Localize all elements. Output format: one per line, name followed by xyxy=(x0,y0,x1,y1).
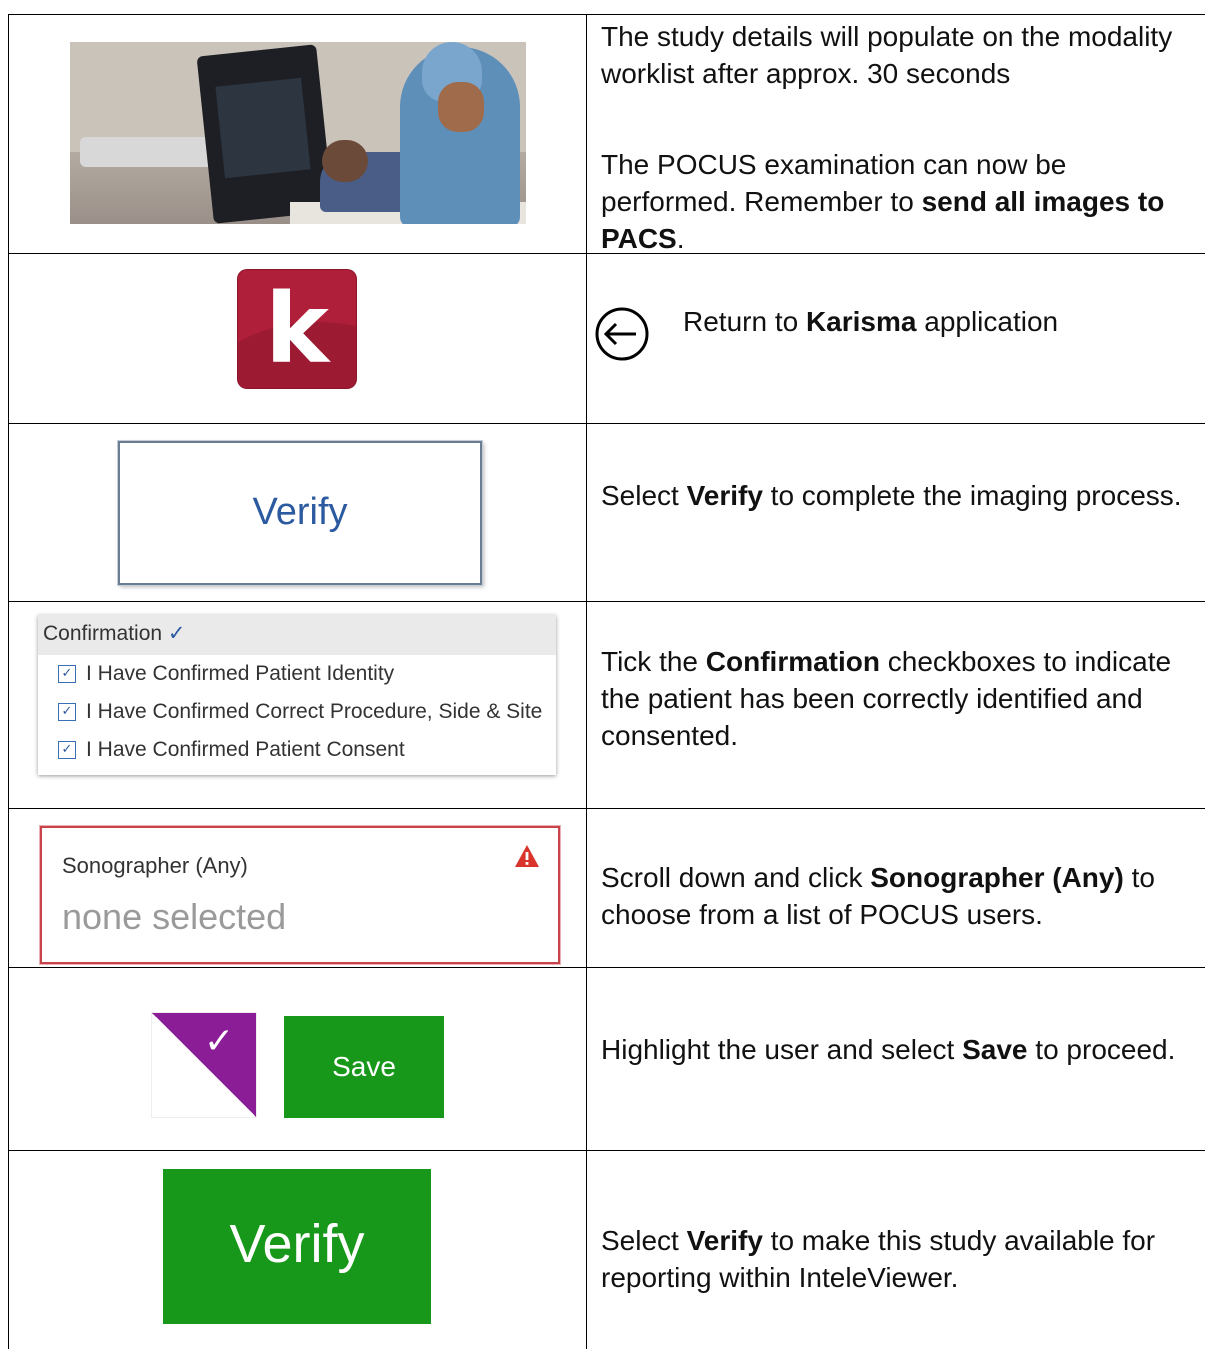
confirmation-panel: Confirmation ✓ ✓ I Have Confirmed Patien… xyxy=(38,615,556,775)
checkbox-checked-icon[interactable]: ✓ xyxy=(58,703,76,721)
back-arrow-icon xyxy=(595,307,649,361)
confirmation-checkbox-row[interactable]: ✓ I Have Confirmed Patient Identity xyxy=(38,655,556,693)
selected-user-check-tile[interactable]: ✓ xyxy=(152,1013,256,1117)
sonographer-label: Sonographer (Any) xyxy=(62,853,248,878)
row5-text: Scroll down and click Sonographer (Any) … xyxy=(601,859,1201,933)
warning-icon xyxy=(515,845,539,867)
save-button[interactable]: Save xyxy=(284,1016,444,1118)
row-divider xyxy=(8,423,1205,424)
row-divider xyxy=(8,1150,1205,1151)
text: Select xyxy=(601,1225,687,1256)
text-bold: Sonographer (Any) xyxy=(870,862,1124,893)
verify-button[interactable]: Verify xyxy=(163,1169,431,1324)
check-icon: ✓ xyxy=(204,1021,235,1062)
text-bold: Confirmation xyxy=(705,646,880,677)
row1-text: The study details will populate on the m… xyxy=(601,18,1201,92)
text-bold: Save xyxy=(962,1034,1028,1065)
text-bold: Karisma xyxy=(805,306,917,337)
text: The study details will populate on the m… xyxy=(601,21,1173,89)
row7-text: Select Verify to make this study availab… xyxy=(601,1222,1201,1296)
karisma-app-icon[interactable]: k xyxy=(238,270,356,388)
row4-text: Tick the Confirmation checkboxes to indi… xyxy=(601,643,1201,754)
text: to complete the imaging process. xyxy=(762,480,1182,511)
text: Select xyxy=(601,480,687,511)
verify-button-outlined[interactable]: Verify xyxy=(118,441,482,585)
text: Highlight the user and select xyxy=(601,1034,963,1065)
sonographer-value: none selected xyxy=(62,896,287,937)
confirmation-header: Confirmation ✓ xyxy=(38,615,556,655)
text: . xyxy=(676,223,685,254)
row1-text2: The POCUS examination can now be perform… xyxy=(601,146,1201,257)
text: application xyxy=(916,306,1059,337)
text: Scroll down and click xyxy=(601,862,871,893)
text: Return to xyxy=(683,306,806,337)
checkbox-label: I Have Confirmed Patient Identity xyxy=(86,662,395,685)
checkbox-checked-icon[interactable]: ✓ xyxy=(58,665,76,683)
text: Tick the xyxy=(601,646,706,677)
column-divider xyxy=(586,14,587,1349)
verify-button-label: Verify xyxy=(252,491,348,533)
row-divider xyxy=(8,967,1205,968)
ultrasound-photo xyxy=(70,42,526,224)
row6-text: Highlight the user and select Save to pr… xyxy=(601,1031,1201,1068)
table-border-top xyxy=(8,14,1205,15)
checkbox-checked-icon[interactable]: ✓ xyxy=(58,741,76,759)
table-border-left xyxy=(8,14,9,1349)
confirmation-checkbox-row[interactable]: ✓ I Have Confirmed Correct Procedure, Si… xyxy=(38,693,556,731)
checkbox-label: I Have Confirmed Patient Consent xyxy=(86,738,405,761)
row2-text: Return to Karisma application xyxy=(683,303,1183,340)
text-bold: Verify xyxy=(686,480,763,511)
text: to proceed. xyxy=(1027,1034,1176,1065)
check-icon: ✓ xyxy=(167,621,186,645)
row-divider xyxy=(8,601,1205,602)
karisma-letter: k xyxy=(265,273,329,385)
checkbox-label: I Have Confirmed Correct Procedure, Side… xyxy=(86,700,543,723)
text-bold: Verify xyxy=(686,1225,763,1256)
confirmation-checkbox-row[interactable]: ✓ I Have Confirmed Patient Consent xyxy=(38,731,556,769)
row-divider xyxy=(8,808,1205,809)
row3-text: Select Verify to complete the imaging pr… xyxy=(601,477,1201,514)
confirmation-title: Confirmation xyxy=(43,622,163,645)
sonographer-field[interactable]: Sonographer (Any) none selected xyxy=(40,826,560,964)
